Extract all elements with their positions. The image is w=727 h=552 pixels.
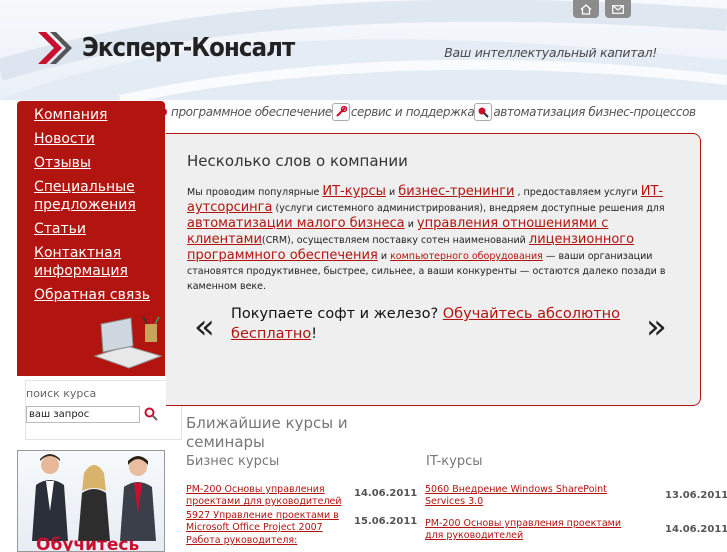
promo-question: Покупаете софт и железо? xyxy=(231,306,439,322)
about-text-part: и xyxy=(380,251,388,262)
about-text-part: Мы проводим популярные xyxy=(187,187,320,198)
course-row: Работа руководителя: xyxy=(186,535,416,547)
header: Эксперт-Консалт Ваш интеллектуальный кап… xyxy=(0,0,727,100)
sidebar-item-contacts[interactable]: Контактная информация xyxy=(17,244,144,280)
sidebar-item-articles[interactable]: Статьи xyxy=(17,220,165,238)
promo-banner[interactable]: Обучитесь xyxy=(17,450,165,552)
sidebar-item-feedback[interactable]: Обратная связь xyxy=(17,286,165,304)
service-icon xyxy=(331,103,350,121)
course-title[interactable]: Работа руководителя: xyxy=(186,535,348,547)
search-icon[interactable] xyxy=(144,406,158,425)
course-row: 5927 Управление проектами в Microsoft Of… xyxy=(186,510,418,534)
prev-arrow-icon[interactable]: « xyxy=(194,310,215,344)
about-text-part: и xyxy=(407,219,414,230)
top-navigation: программное обеспечение сервис и поддерж… xyxy=(160,100,727,124)
promo-banner-text: Обучитесь xyxy=(36,535,140,552)
course-title[interactable]: PM-200 Основы управления проектами для р… xyxy=(425,518,640,542)
search-label: поиск курса xyxy=(26,387,97,400)
course-title[interactable]: 5927 Управление проектами в Microsoft Of… xyxy=(186,510,348,534)
topnav-service[interactable]: сервис и поддержка xyxy=(331,103,475,121)
computer-hardware-link[interactable]: компьютерного оборудования xyxy=(390,251,543,262)
topnav-label: сервис и поддержка xyxy=(350,105,475,119)
automation-icon xyxy=(474,103,493,121)
business-trainings-link[interactable]: бизнес-тренинги xyxy=(398,184,514,199)
course-date: 14.06.2011 xyxy=(354,488,418,499)
course-date: 13.06.2011 xyxy=(665,490,727,501)
course-row: 5060 Внедрение Windows SharePoint Servic… xyxy=(425,484,727,508)
it-courses-link[interactable]: ИТ-курсы xyxy=(322,184,386,199)
course-row: PM-200 Основы управления проектами для р… xyxy=(425,518,727,542)
course-title[interactable]: PM-200 Основы управления проектами для р… xyxy=(186,484,348,508)
it-courses-header: IT-курсы xyxy=(426,454,483,469)
courses-section-title: Ближайшие курсы и семинары xyxy=(186,414,348,451)
about-company-panel: Несколько слов о компании Мы проводим по… xyxy=(166,133,701,406)
about-text-part: (CRM), осуществляем поставку сотен наиме… xyxy=(261,235,526,246)
about-text-part: и xyxy=(388,187,396,198)
tagline: Ваш интеллектуальный капитал! xyxy=(444,45,657,60)
promo-slider: « Покупаете софт и железо? Обучайтесь аб… xyxy=(194,304,674,344)
topnav-automation[interactable]: автоматизация бизнес-процессов xyxy=(474,103,696,121)
about-text-part: , предоставляем услуги xyxy=(517,187,638,198)
small-business-automation-link[interactable]: автоматизации малого бизнеса xyxy=(187,216,405,231)
sidebar-item-company[interactable]: Компания xyxy=(17,106,165,124)
course-search: поиск курса xyxy=(25,380,182,440)
sidebar-item-reviews[interactable]: Отзывы xyxy=(17,154,165,172)
business-courses-header: Бизнес курсы xyxy=(186,454,280,469)
sidebar: Компания Новости Отзывы Специальные пред… xyxy=(17,101,165,376)
logo-text: Эксперт-Консалт xyxy=(82,33,295,63)
page-title: Несколько слов о компании xyxy=(187,152,408,170)
home-icon[interactable] xyxy=(573,0,599,18)
business-people-image xyxy=(32,454,156,541)
laptop-illustration xyxy=(93,316,163,369)
topnav-software[interactable]: программное обеспечение xyxy=(160,104,332,120)
promo-end: ! xyxy=(311,326,318,342)
course-row: PM-200 Основы управления проектами для р… xyxy=(186,484,418,508)
course-date: 14.06.2011 xyxy=(665,524,727,535)
topnav-label: программное обеспечение xyxy=(171,105,332,119)
logo[interactable]: Эксперт-Консалт xyxy=(36,30,323,66)
promo-sentence: Покупаете софт и железо? Обучайтесь абсо… xyxy=(231,304,651,344)
topnav-label: автоматизация бизнес-процессов xyxy=(493,105,696,119)
mail-icon[interactable] xyxy=(605,0,631,18)
course-title[interactable]: 5060 Внедрение Windows SharePoint Servic… xyxy=(425,484,625,508)
search-input[interactable] xyxy=(26,406,140,423)
next-arrow-icon[interactable]: » xyxy=(646,310,667,344)
about-text-part: (услуги системного администрирования), в… xyxy=(275,203,665,214)
sidebar-item-special-offers[interactable]: Специальные предложения xyxy=(17,178,144,214)
sidebar-item-news[interactable]: Новости xyxy=(17,130,165,148)
logo-chevron-icon xyxy=(38,32,72,64)
course-date: 15.06.2011 xyxy=(354,516,418,527)
about-text: Мы проводим популярные ИТ-курсы и бизнес… xyxy=(187,184,677,294)
